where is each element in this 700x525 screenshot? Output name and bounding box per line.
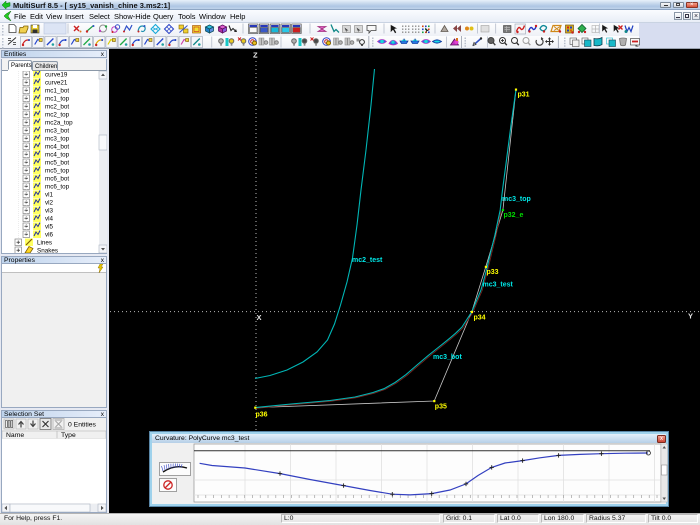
svg-text:Snakes: Snakes [37,248,58,254]
svg-text:mc4_bot: mc4_bot [45,144,69,151]
svg-text:mc2a_top: mc2a_top [45,120,73,127]
svg-text:vl1: vl1 [45,192,54,199]
svg-text:p34: p34 [474,315,486,322]
svg-text:mc3_bot: mc3_bot [433,354,462,361]
svg-text:curve21: curve21 [45,80,68,87]
svg-text:mc5_top: mc5_top [45,168,70,175]
svg-text:mc4_top: mc4_top [45,152,70,159]
svg-text:p36: p36 [256,412,268,419]
svg-text:0 Entities: 0 Entities [68,422,97,429]
svg-text:vl2: vl2 [45,200,54,207]
svg-text:mc6_bot: mc6_bot [45,176,69,183]
svg-text:mc3_top: mc3_top [502,196,531,203]
svg-text:Y: Y [688,312,693,321]
svg-text:Name: Name [6,432,24,439]
svg-text:p31: p31 [518,92,530,99]
svg-text:vl4: vl4 [45,216,54,223]
svg-text:mc2_bot: mc2_bot [45,104,69,111]
svg-text:mc5_bot: mc5_bot [45,160,69,167]
svg-text:Type: Type [61,432,76,439]
svg-text:vl6: vl6 [45,232,54,239]
svg-text:p32_e: p32_e [504,212,524,219]
svg-text:vl5: vl5 [45,224,54,231]
svg-text:mc6_top: mc6_top [45,184,70,191]
svg-text:mc1_top: mc1_top [45,96,70,103]
svg-text:mc3_top: mc3_top [45,136,70,143]
svg-text:Z: Z [253,51,258,60]
svg-text:mc2_top: mc2_top [45,112,70,119]
svg-text:mc3_test: mc3_test [483,282,514,289]
svg-text:curve19: curve19 [45,72,68,79]
svg-text:X: X [257,313,262,322]
svg-text:vl3: vl3 [45,208,54,215]
svg-text:mc1_bot: mc1_bot [45,88,69,95]
svg-text:mc2_test: mc2_test [352,257,383,264]
svg-text:p35: p35 [435,404,447,411]
svg-text:p33: p33 [487,269,499,276]
svg-text:Lines: Lines [37,240,52,247]
svg-text:mc3_bot: mc3_bot [45,128,69,135]
